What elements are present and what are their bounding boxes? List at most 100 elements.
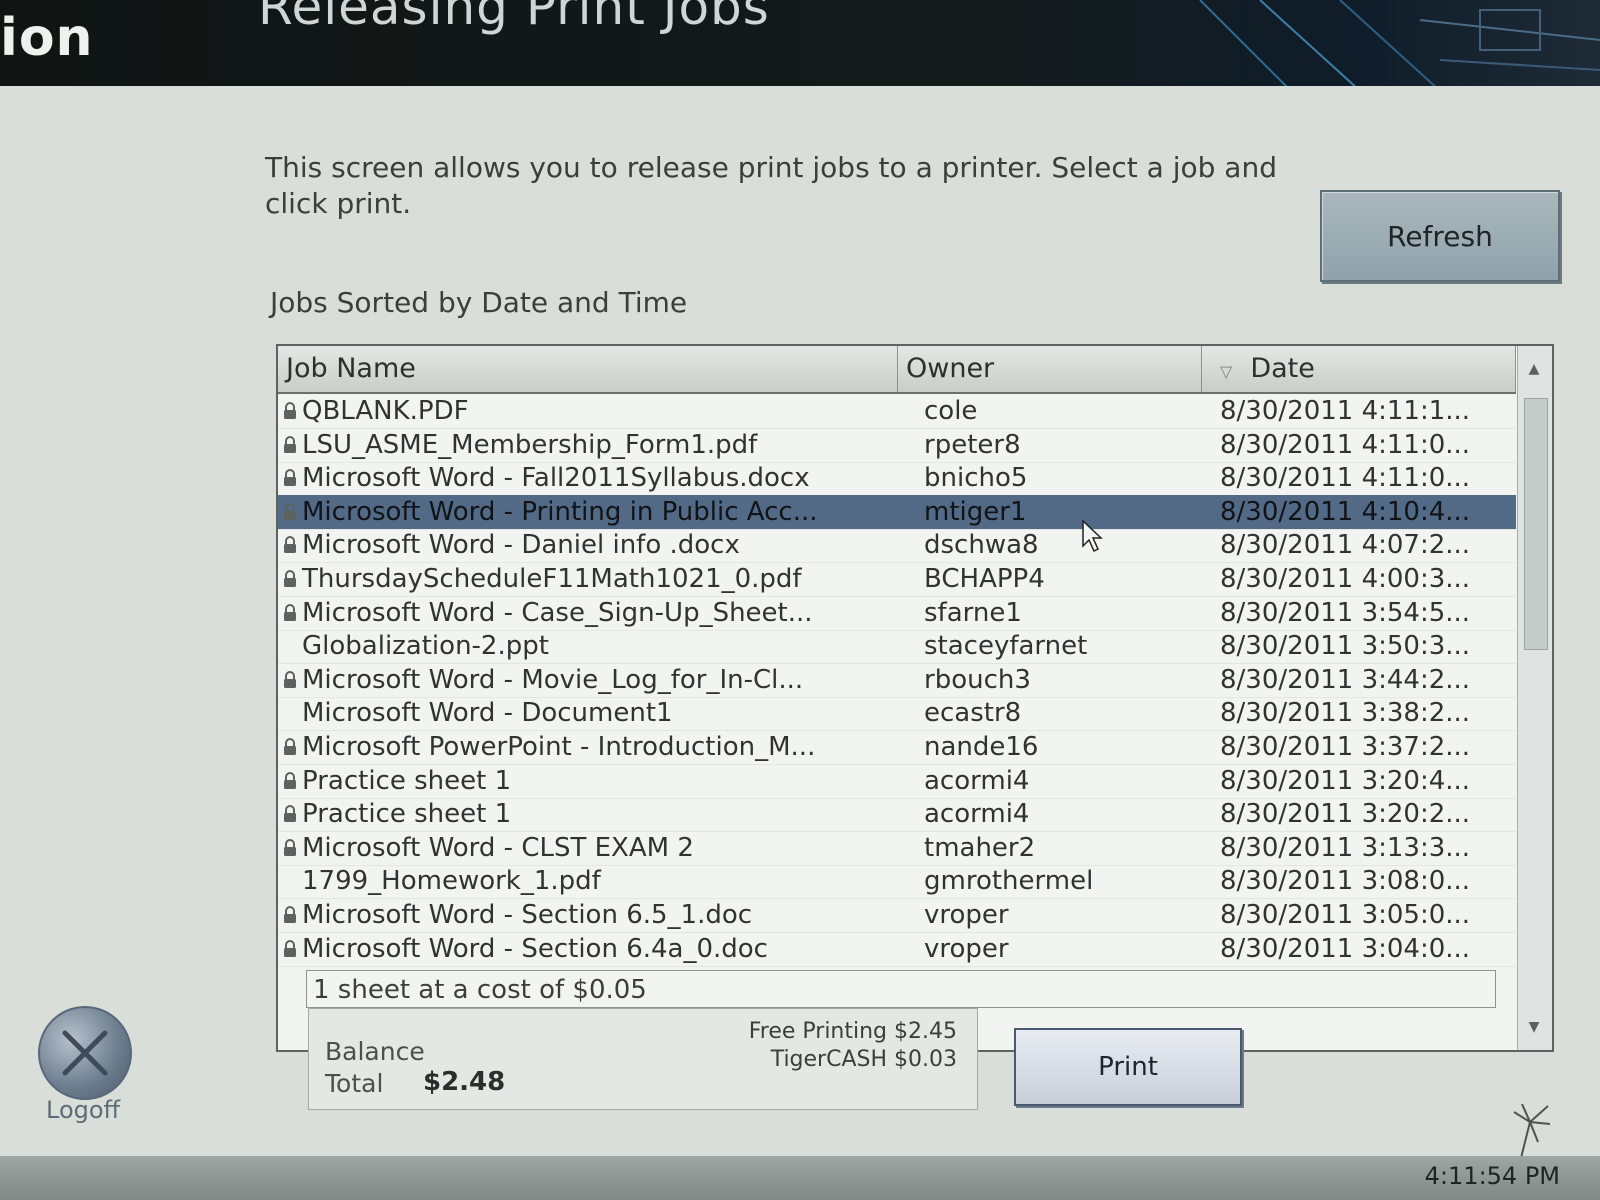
lock-icon <box>282 497 302 527</box>
column-header-date-label: Date <box>1250 353 1315 384</box>
date-cell: 8/30/2011 4:11:0... <box>1220 463 1471 494</box>
table-row[interactable]: Practice sheet 1 acormi4 8/30/2011 3:20:2.… <box>278 797 1516 833</box>
owner-cell: BCHAPP4 <box>924 564 1045 594</box>
owner-cell: vroper <box>924 900 1009 930</box>
table-row[interactable]: Microsoft Word - Fall2011Syllabus.docx bn… <box>278 461 1516 497</box>
owner-cell: rpeter8 <box>924 429 1021 460</box>
balance-label: Balance <box>325 1037 425 1066</box>
lock-icon <box>282 934 302 964</box>
owner-cell: acormi4 <box>924 799 1030 830</box>
date-cell: 8/30/2011 3:20:2... <box>1220 799 1471 830</box>
status-bar: 4:11:54 PM <box>0 1156 1600 1200</box>
table-row[interactable]: Microsoft Word - Section 6.4a_0.doc vrope… <box>278 932 1516 967</box>
table-row[interactable]: Microsoft Word - Daniel info .docx dschwa… <box>278 528 1516 564</box>
job-name-cell: Microsoft Word - Case_Sign-Up_Sheet... <box>282 596 894 630</box>
table-scrollbar[interactable]: ▲ ▼ <box>1517 346 1552 1050</box>
table-row[interactable]: Microsoft PowerPoint - Introduction_M...… <box>278 730 1516 765</box>
lock-icon <box>282 732 302 762</box>
table-row[interactable]: Microsoft Word - Printing in Public Acc.… <box>278 494 1516 530</box>
logoff-label: Logoff <box>46 1096 121 1124</box>
lock-icon <box>282 396 302 426</box>
table-row[interactable]: Microsoft Word - CLST EXAM 2 tmaher2 8/30/… <box>278 831 1516 866</box>
scroll-up-arrow-icon[interactable]: ▲ <box>1521 356 1547 382</box>
lock-icon <box>282 530 302 560</box>
owner-cell: nande16 <box>924 732 1039 762</box>
column-header-owner[interactable]: Owner <box>898 346 1202 392</box>
job-name-cell: Microsoft Word - Printing in Public Acc.… <box>282 495 894 529</box>
date-cell: 8/30/2011 3:13:3... <box>1220 832 1471 863</box>
date-cell: 8/30/2011 4:10:4... <box>1220 496 1471 527</box>
owner-cell: tmaher2 <box>924 832 1036 863</box>
table-row[interactable]: Practice sheet 1 acormi4 8/30/2011 3:20:4.… <box>278 764 1516 799</box>
table-row[interactable]: Microsoft Word - Case_Sign-Up_Sheet... sf… <box>278 596 1516 631</box>
date-cell: 8/30/2011 3:04:0... <box>1220 933 1471 964</box>
owner-cell: cole <box>924 396 978 426</box>
job-name-text: QBLANK.PDF <box>302 396 469 426</box>
job-name-text: ThursdayScheduleF11Math1021_0.pdf <box>302 564 802 594</box>
job-name-cell: Globalization-2.ppt <box>282 629 894 663</box>
scroll-thumb[interactable] <box>1524 398 1548 650</box>
column-header-job-name[interactable]: Job Name <box>278 346 898 392</box>
tigercash-balance: TigerCASH $0.03 <box>770 1047 957 1072</box>
owner-cell: vroper <box>924 933 1009 964</box>
logoff-icon <box>38 1006 132 1100</box>
header-bar: ion Releasing Print Jobs <box>0 0 1600 86</box>
owner-cell: bnicho5 <box>924 463 1028 494</box>
job-name-text: Microsoft Word - Section 6.5_1.doc <box>302 900 753 930</box>
jobs-section-title: Jobs Sorted by Date and Time <box>270 286 688 319</box>
job-name-cell: Microsoft Word - Fall2011Syllabus.docx <box>282 461 894 495</box>
cost-summary: 1 sheet at a cost of $0.05 <box>306 970 1496 1008</box>
job-name-text: Practice sheet 1 <box>302 765 512 796</box>
job-name-cell: Microsoft Word - CLST EXAM 2 <box>282 831 894 865</box>
job-name-text: Microsoft Word - Printing in Public Acc.… <box>302 496 818 527</box>
lock-icon <box>282 833 302 863</box>
date-cell: 8/30/2011 3:54:5... <box>1220 597 1471 628</box>
table-row[interactable]: Microsoft Word - Section 6.5_1.doc vroper… <box>278 898 1516 933</box>
refresh-button[interactable]: Refresh <box>1320 190 1560 282</box>
print-button[interactable]: Print <box>1014 1028 1242 1106</box>
column-header-date[interactable]: ▽ Date <box>1202 346 1516 392</box>
date-cell: 8/30/2011 4:00:3... <box>1220 564 1471 594</box>
lock-icon <box>282 766 302 796</box>
job-name-cell: Practice sheet 1 <box>282 797 894 831</box>
table-row[interactable]: ThursdayScheduleF11Math1021_0.pdf BCHAPP4… <box>278 562 1516 597</box>
lock-icon <box>282 564 302 594</box>
balance-panel: Balance Total $2.48 Free Printing $2.45 … <box>308 1008 978 1110</box>
date-cell: 8/30/2011 3:44:2... <box>1220 664 1471 695</box>
owner-cell: rbouch3 <box>924 664 1031 695</box>
page-title: Releasing Print Jobs <box>258 0 770 36</box>
table-row[interactable]: Globalization-2.ppt staceyfarnet 8/30/2011… <box>278 629 1516 665</box>
logoff-button[interactable]: Logoff <box>38 1006 148 1126</box>
date-cell: 8/30/2011 3:38:2... <box>1220 698 1471 729</box>
table-row[interactable]: Microsoft Word - Document1 ecastr8 8/30/20… <box>278 696 1516 732</box>
date-cell: 8/30/2011 3:50:3... <box>1220 631 1471 662</box>
table-row[interactable]: Microsoft Word - Movie_Log_for_In-Cl... r… <box>278 663 1516 698</box>
job-name-text: Microsoft Word - Fall2011Syllabus.docx <box>302 463 810 494</box>
date-cell: 8/30/2011 4:11:0... <box>1220 429 1471 460</box>
job-name-text: Microsoft Word - Case_Sign-Up_Sheet... <box>302 597 813 628</box>
app-title-fragment: ion <box>0 8 94 68</box>
job-name-cell: Microsoft Word - Document1 <box>282 696 894 730</box>
job-name-text: Globalization-2.ppt <box>302 631 549 662</box>
job-name-cell: QBLANK.PDF <box>282 394 894 428</box>
date-cell: 8/30/2011 4:11:1... <box>1220 396 1471 426</box>
owner-cell: acormi4 <box>924 765 1030 796</box>
date-cell: 8/30/2011 3:08:0... <box>1220 866 1471 897</box>
date-cell: 8/30/2011 3:37:2... <box>1220 732 1471 762</box>
job-name-cell: Microsoft Word - Movie_Log_for_In-Cl... <box>282 663 894 697</box>
job-name-text: Microsoft Word - Document1 <box>302 698 673 729</box>
owner-cell: gmrothermel <box>924 866 1094 897</box>
lock-icon <box>282 799 302 829</box>
table-row[interactable]: 1799_Homework_1.pdf gmrothermel 8/30/2011 … <box>278 864 1516 900</box>
sort-descending-icon: ▽ <box>1220 362 1233 381</box>
table-row[interactable]: LSU_ASME_Membership_Form1.pdf rpeter8 8/30… <box>278 428 1516 463</box>
job-name-cell: Microsoft Word - Daniel info .docx <box>282 528 894 562</box>
scroll-down-arrow-icon[interactable]: ▼ <box>1521 1014 1547 1040</box>
header-decoration <box>1199 0 1600 86</box>
job-name-cell: Microsoft PowerPoint - Introduction_M... <box>282 730 894 764</box>
table-row[interactable]: QBLANK.PDF cole 8/30/2011 4:11:1... <box>278 394 1516 429</box>
owner-cell: ecastr8 <box>924 698 1022 729</box>
job-name-cell: LSU_ASME_Membership_Form1.pdf <box>282 428 894 462</box>
job-name-cell: Microsoft Word - Section 6.5_1.doc <box>282 898 894 932</box>
instructions-text: This screen allows you to release print … <box>265 151 1277 220</box>
